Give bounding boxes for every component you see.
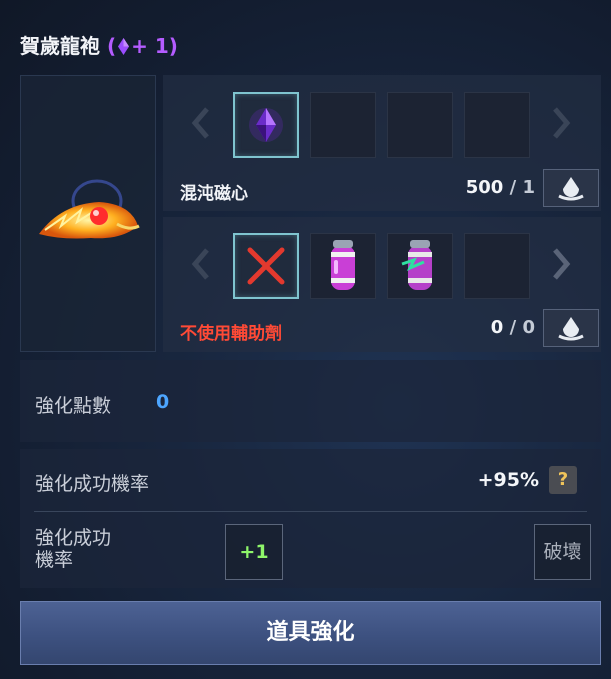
material-slot[interactable] <box>387 92 453 158</box>
material-name: 混沌磁心 <box>180 184 248 204</box>
auxiliary-drop-button[interactable] <box>543 309 599 347</box>
enhance-level: (+ 1) <box>106 34 178 58</box>
divider <box>34 511 587 512</box>
auxiliary-slot[interactable] <box>387 233 453 299</box>
success-plus-box: +1 <box>225 524 283 580</box>
enhance-points-label: 強化點數 <box>35 395 112 417</box>
enhance-points-panel: 強化點數 0 <box>20 360 601 442</box>
enhance-points-value: 0 <box>156 391 170 413</box>
material-count: 500 / 1 <box>465 177 535 198</box>
chevron-right-icon[interactable] <box>550 244 572 284</box>
auxiliary-status: 不使用輔助劑 <box>180 324 282 344</box>
success-rate-value: +95% <box>477 469 539 491</box>
chaos-core-icon <box>249 108 283 142</box>
enhance-button[interactable]: 道具強化 <box>20 601 601 665</box>
auxiliary-slot[interactable] <box>310 233 376 299</box>
no-auxiliary-slot[interactable] <box>233 233 299 299</box>
destroy-box: 破壞 <box>534 524 591 580</box>
item-title: 賀歲龍袍 (+ 1) <box>20 30 178 59</box>
drop-icon <box>558 177 584 201</box>
material-drop-button[interactable] <box>543 169 599 207</box>
help-button[interactable]: ? <box>549 466 577 494</box>
material-slot-selected[interactable] <box>233 92 299 158</box>
material-row: 混沌磁心 500 / 1 <box>163 75 601 211</box>
drop-icon <box>558 317 584 341</box>
close-icon <box>247 247 285 285</box>
potion-icon <box>401 240 432 290</box>
chevron-left-icon[interactable] <box>190 103 212 143</box>
gem-icon <box>118 38 130 55</box>
item-image <box>39 179 140 239</box>
success-result-label: 強化成功 機率 <box>35 527 112 571</box>
chevron-right-icon[interactable] <box>550 103 572 143</box>
chevron-left-icon[interactable] <box>190 244 212 284</box>
item-name: 賀歲龍袍 <box>20 34 100 58</box>
potion-icon <box>331 240 355 290</box>
auxiliary-slot[interactable] <box>464 233 530 299</box>
auxiliary-row: 不使用輔助劑 0 / 0 <box>163 217 601 352</box>
success-rate-label: 強化成功機率 <box>35 473 150 495</box>
material-slot[interactable] <box>310 92 376 158</box>
auxiliary-count: 0 / 0 <box>490 317 535 338</box>
item-preview <box>20 75 156 352</box>
success-rate-panel: 強化成功機率 +95% ? 強化成功 機率 +1 破壞 <box>20 449 601 588</box>
material-slot[interactable] <box>464 92 530 158</box>
